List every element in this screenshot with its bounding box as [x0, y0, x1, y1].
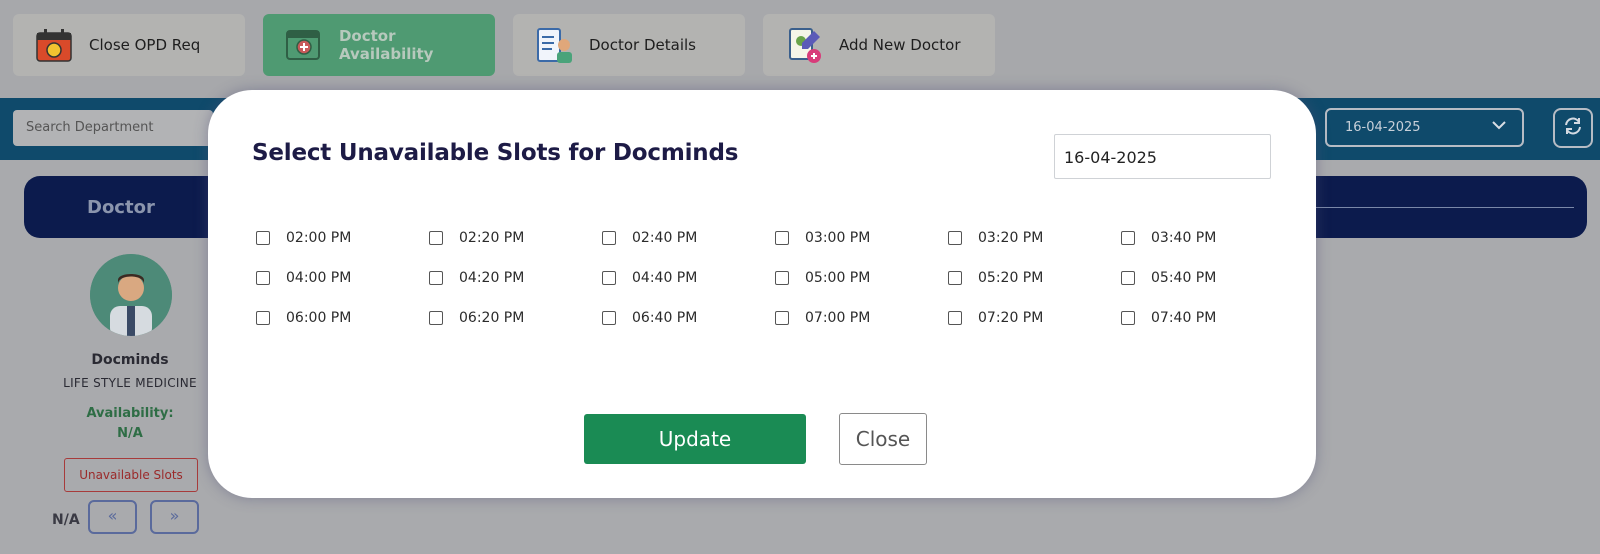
slot-time: 03:40 PM	[1151, 230, 1217, 246]
slot-item[interactable]: 05:00 PM	[775, 266, 945, 290]
tab-label: Doctor Details	[589, 36, 696, 54]
double-chevron-right-icon: »	[169, 506, 180, 525]
slot-time: 07:20 PM	[978, 310, 1044, 326]
availability-label: Availability:	[86, 406, 174, 421]
slot-item[interactable]: 03:40 PM	[1121, 226, 1291, 250]
slot-item[interactable]: 04:40 PM	[602, 266, 772, 290]
slot-checkbox[interactable]	[602, 231, 616, 245]
slot-time: 02:40 PM	[632, 230, 698, 246]
refresh-button[interactable]	[1553, 108, 1593, 148]
slot-checkbox[interactable]	[429, 311, 443, 325]
close-button[interactable]: Close	[839, 413, 927, 465]
slot-time: 06:40 PM	[632, 310, 698, 326]
modal-title: Select Unavailable Slots for Docminds	[252, 140, 739, 166]
slot-time: 07:40 PM	[1151, 310, 1217, 326]
tab-label: Close OPD Req	[89, 36, 201, 54]
slot-checkbox[interactable]	[775, 311, 789, 325]
slot-checkbox[interactable]	[1121, 271, 1135, 285]
slot-item[interactable]: 07:20 PM	[948, 306, 1118, 330]
slot-checkbox[interactable]	[429, 231, 443, 245]
avatar	[90, 254, 172, 336]
header-title: Doctor	[87, 197, 155, 218]
slot-checkbox[interactable]	[775, 271, 789, 285]
slot-time: 02:20 PM	[459, 230, 525, 246]
clipboard-doctor-icon	[533, 24, 575, 66]
date-select[interactable]: 16-04-2025	[1325, 108, 1524, 147]
slot-item[interactable]: 06:20 PM	[429, 306, 599, 330]
previous-button[interactable]: «	[88, 500, 137, 534]
tab-close-opd-req[interactable]: Close OPD Req	[13, 14, 245, 76]
slot-time: 06:00 PM	[286, 310, 352, 326]
slot-item[interactable]: 07:40 PM	[1121, 306, 1291, 330]
tab-doctor-details[interactable]: Doctor Details	[513, 14, 745, 76]
doctor-name: Docminds	[91, 352, 169, 368]
chevron-down-icon	[1492, 118, 1506, 134]
slot-item[interactable]: 07:00 PM	[775, 306, 945, 330]
unavailable-slots-button[interactable]: Unavailable Slots	[64, 458, 198, 492]
slot-item[interactable]: 02:00 PM	[256, 226, 426, 250]
refresh-icon	[1562, 115, 1584, 141]
slot-checkbox[interactable]	[256, 271, 270, 285]
slot-item[interactable]: 06:40 PM	[602, 306, 772, 330]
slot-item[interactable]: 04:20 PM	[429, 266, 599, 290]
unavailable-slots-modal: Select Unavailable Slots for Docminds 16…	[208, 90, 1316, 498]
slot-checkbox[interactable]	[1121, 231, 1135, 245]
top-tab-bar: Close OPD Req Doctor Availability Doctor…	[0, 0, 1600, 98]
header-divider	[1314, 207, 1574, 208]
double-chevron-left-icon: «	[107, 506, 118, 525]
slot-time: 05:40 PM	[1151, 270, 1217, 286]
slot-time: 07:00 PM	[805, 310, 871, 326]
slot-checkbox[interactable]	[602, 271, 616, 285]
modal-date-input[interactable]: 16-04-2025	[1054, 134, 1271, 179]
date-select-value: 16-04-2025	[1345, 120, 1421, 135]
slot-item[interactable]: 05:40 PM	[1121, 266, 1291, 290]
calendar-alarm-icon	[33, 24, 75, 66]
calendar-stethoscope-icon	[283, 24, 325, 66]
slot-time: 03:00 PM	[805, 230, 871, 246]
slot-item[interactable]: 04:00 PM	[256, 266, 426, 290]
slot-time: 06:20 PM	[459, 310, 525, 326]
tab-doctor-availability[interactable]: Doctor Availability	[263, 14, 495, 76]
slot-time: 02:00 PM	[286, 230, 352, 246]
slot-checkbox[interactable]	[1121, 311, 1135, 325]
slot-item[interactable]: 03:00 PM	[775, 226, 945, 250]
slot-item[interactable]: 05:20 PM	[948, 266, 1118, 290]
update-button[interactable]: Update	[584, 414, 806, 464]
slot-time: 05:20 PM	[978, 270, 1044, 286]
slot-checkbox[interactable]	[948, 311, 962, 325]
slot-time: 04:40 PM	[632, 270, 698, 286]
doctor-department: LIFE STYLE MEDICINE	[63, 376, 197, 390]
next-button[interactable]: »	[150, 500, 199, 534]
slot-time: 04:20 PM	[459, 270, 525, 286]
slot-checkbox[interactable]	[948, 231, 962, 245]
slot-time: 04:00 PM	[286, 270, 352, 286]
slot-time: 05:00 PM	[805, 270, 871, 286]
slot-item[interactable]: 02:40 PM	[602, 226, 772, 250]
slot-checkbox[interactable]	[602, 311, 616, 325]
tab-label: Doctor Availability	[338, 27, 434, 63]
availability-value: N/A	[117, 426, 143, 441]
slot-checkbox[interactable]	[429, 271, 443, 285]
slot-item[interactable]: 03:20 PM	[948, 226, 1118, 250]
slot-time: 03:20 PM	[978, 230, 1044, 246]
nav-value: N/A	[52, 512, 80, 528]
search-department-input[interactable]: Search Department	[13, 110, 213, 146]
slot-checkbox[interactable]	[948, 271, 962, 285]
slot-checkbox[interactable]	[256, 311, 270, 325]
tab-label: Add New Doctor	[839, 36, 961, 54]
slot-item[interactable]: 02:20 PM	[429, 226, 599, 250]
tab-add-new-doctor[interactable]: Add New Doctor	[763, 14, 995, 76]
slot-checkbox[interactable]	[256, 231, 270, 245]
slot-checkbox[interactable]	[775, 231, 789, 245]
slot-item[interactable]: 06:00 PM	[256, 306, 426, 330]
clipboard-add-icon	[783, 24, 825, 66]
